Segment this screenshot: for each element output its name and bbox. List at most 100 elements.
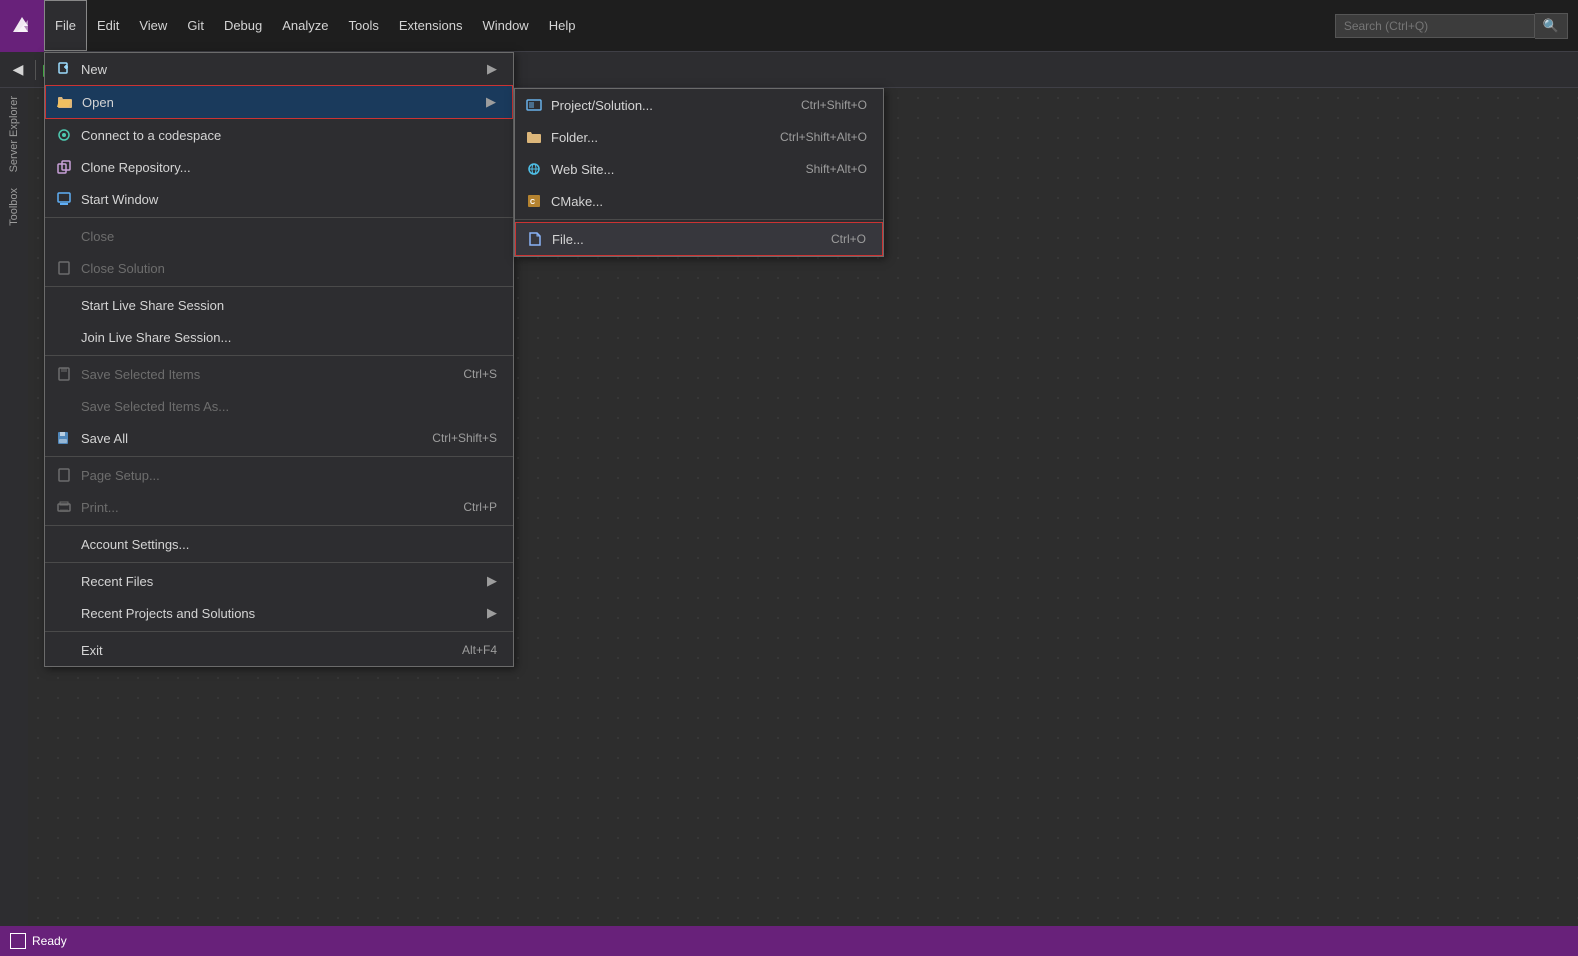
cmake-icon: C (523, 190, 545, 212)
page-setup-icon (53, 464, 75, 486)
menu-item-page-setup: Page Setup... (45, 459, 513, 491)
svg-text:C: C (530, 199, 535, 206)
menu-item-start-live-share[interactable]: Start Live Share Session (45, 289, 513, 321)
save-all-label: Save All (81, 431, 412, 446)
open-label: Open (82, 95, 486, 110)
menu-git[interactable]: Git (177, 0, 214, 51)
menu-item-save-all[interactable]: Save All Ctrl+Shift+S (45, 422, 513, 454)
exit-icon (53, 639, 75, 661)
submenu-file[interactable]: File... Ctrl+O (515, 222, 883, 256)
menu-item-account-settings[interactable]: Account Settings... (45, 528, 513, 560)
project-solution-shortcut: Ctrl+Shift+O (801, 98, 867, 112)
save-selected-as-icon (53, 395, 75, 417)
print-icon (53, 496, 75, 518)
sep6 (45, 562, 513, 563)
menu-tools[interactable]: Tools (339, 0, 389, 51)
sep5 (45, 525, 513, 526)
clone-label: Clone Repository... (81, 160, 497, 175)
menu-item-recent-projects[interactable]: Recent Projects and Solutions ▶ (45, 597, 513, 629)
sep1 (45, 217, 513, 218)
recent-projects-label: Recent Projects and Solutions (81, 606, 487, 621)
menu-item-close: Close (45, 220, 513, 252)
menu-item-new[interactable]: New ▶ (45, 53, 513, 85)
menu-item-close-solution: Close Solution (45, 252, 513, 284)
menu-item-exit[interactable]: Exit Alt+F4 (45, 634, 513, 666)
exit-shortcut: Alt+F4 (462, 643, 497, 657)
save-all-icon (53, 427, 75, 449)
join-live-share-label: Join Live Share Session... (81, 330, 497, 345)
menu-file[interactable]: File (44, 0, 87, 51)
new-label: New (81, 62, 487, 77)
save-all-shortcut: Ctrl+Shift+S (432, 431, 497, 445)
menu-help[interactable]: Help (539, 0, 586, 51)
vs-logo[interactable] (0, 0, 44, 52)
connect-label: Connect to a codespace (81, 128, 497, 143)
menu-item-save-selected: Save Selected Items Ctrl+S (45, 358, 513, 390)
menu-debug[interactable]: Debug (214, 0, 272, 51)
close-placeholder-icon (53, 225, 75, 247)
menu-item-join-live-share[interactable]: Join Live Share Session... (45, 321, 513, 353)
search-button[interactable]: 🔍 (1535, 13, 1568, 39)
menu-item-connect[interactable]: Connect to a codespace (45, 119, 513, 151)
new-icon (53, 58, 75, 80)
live-share-join-icon (53, 326, 75, 348)
submenu-project-solution[interactable]: Project/Solution... Ctrl+Shift+O (515, 89, 883, 121)
sidebar-toolbox[interactable]: Toolbox (6, 180, 22, 234)
connect-icon (53, 124, 75, 146)
menu-item-print: Print... Ctrl+P (45, 491, 513, 523)
recent-files-icon (53, 570, 75, 592)
menu-item-open[interactable]: Open ▶ (45, 85, 513, 119)
start-live-share-label: Start Live Share Session (81, 298, 497, 313)
folder-shortcut: Ctrl+Shift+Alt+O (780, 130, 867, 144)
website-label: Web Site... (551, 162, 786, 177)
save-selected-as-label: Save Selected Items As... (81, 399, 497, 414)
menu-item-start-window[interactable]: Start Window (45, 183, 513, 215)
website-shortcut: Shift+Alt+O (806, 162, 867, 176)
toolbar-back[interactable]: ◀ (4, 56, 32, 84)
sep7 (45, 631, 513, 632)
status-icon (10, 933, 26, 949)
folder-label: Folder... (551, 130, 760, 145)
menu-item-save-selected-as: Save Selected Items As... (45, 390, 513, 422)
exit-label: Exit (81, 643, 442, 658)
search-input[interactable] (1335, 14, 1535, 38)
open-folder-icon (54, 91, 76, 113)
status-text: Ready (32, 934, 67, 948)
recent-files-arrow: ▶ (487, 573, 497, 589)
menu-edit[interactable]: Edit (87, 0, 129, 51)
folder-icon (523, 126, 545, 148)
sep3 (45, 355, 513, 356)
open-sep1 (515, 219, 883, 220)
open-arrow: ▶ (486, 94, 496, 110)
submenu-folder[interactable]: Folder... Ctrl+Shift+Alt+O (515, 121, 883, 153)
search-bar: 🔍 (1335, 13, 1568, 39)
save-selected-shortcut: Ctrl+S (463, 367, 497, 381)
recent-projects-icon (53, 602, 75, 624)
toolbar-sep1 (35, 60, 36, 80)
close-solution-icon (53, 257, 75, 279)
project-icon (523, 94, 545, 116)
close-label: Close (81, 229, 497, 244)
open-submenu: Project/Solution... Ctrl+Shift+O Folder.… (514, 88, 884, 257)
submenu-cmake[interactable]: C CMake... (515, 185, 883, 217)
cmake-label: CMake... (551, 194, 867, 209)
print-shortcut: Ctrl+P (463, 500, 497, 514)
menu-item-clone[interactable]: Clone Repository... (45, 151, 513, 183)
new-arrow: ▶ (487, 61, 497, 77)
close-solution-label: Close Solution (81, 261, 497, 276)
save-selected-icon (53, 363, 75, 385)
clone-icon (53, 156, 75, 178)
menu-extensions[interactable]: Extensions (389, 0, 473, 51)
file-icon (524, 228, 546, 250)
print-label: Print... (81, 500, 443, 515)
menu-item-recent-files[interactable]: Recent Files ▶ (45, 565, 513, 597)
account-icon (53, 533, 75, 555)
menu-analyze[interactable]: Analyze (272, 0, 338, 51)
sep2 (45, 286, 513, 287)
submenu-website[interactable]: Web Site... Shift+Alt+O (515, 153, 883, 185)
live-share-start-icon (53, 294, 75, 316)
sidebar-server-explorer[interactable]: Server Explorer (6, 88, 22, 180)
menu-window[interactable]: Window (472, 0, 538, 51)
menu-view[interactable]: View (129, 0, 177, 51)
recent-projects-arrow: ▶ (487, 605, 497, 621)
